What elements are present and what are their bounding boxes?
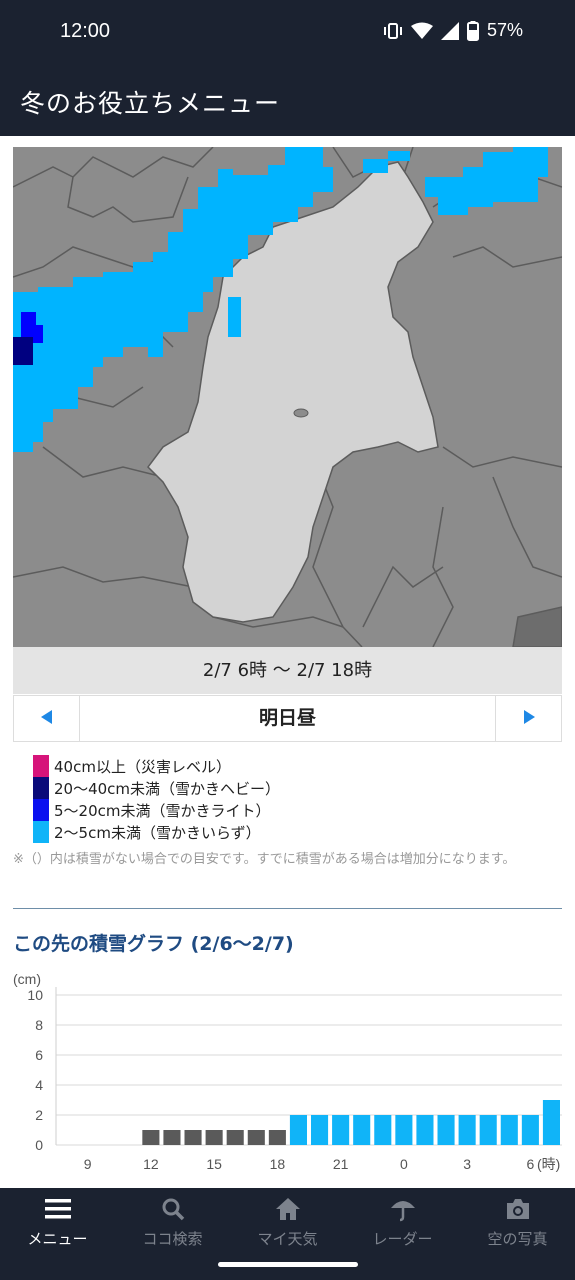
triangle-left-icon: [40, 709, 53, 728]
prev-period-button[interactable]: [14, 696, 80, 741]
chart-bar: [332, 1115, 350, 1145]
legend-item: 2〜5cm未満（雪かきいらず）: [33, 821, 280, 843]
chart-bar: [458, 1115, 476, 1145]
chart-bar: [268, 1130, 286, 1145]
vibrate-icon: [383, 22, 403, 40]
snow-chart: 0246810(cm)9 12 15 18 21 0 3 6 (時): [13, 971, 562, 1172]
forecast-navigation: 明日昼: [13, 695, 562, 742]
y-tick-label: 0: [35, 1137, 43, 1153]
forecast-label: 明日昼: [258, 707, 316, 729]
snow-map-canvas: [13, 147, 562, 647]
legend-swatch: [33, 799, 49, 821]
legend-label: 20〜40cm未満（雪かきヘビー）: [54, 779, 281, 798]
camera-icon: [460, 1194, 575, 1224]
chart-bar: [226, 1130, 244, 1145]
chart-bar: [289, 1115, 307, 1145]
tab-sky-photos[interactable]: 空の写真: [460, 1194, 575, 1250]
legend-label: 2〜5cm未満（雪かきいらず）: [54, 823, 261, 842]
chart-bar: [184, 1130, 202, 1145]
legend-swatch: [33, 821, 49, 843]
tab-radar[interactable]: レーダー: [345, 1194, 460, 1250]
wifi-icon: [410, 22, 433, 40]
chart-bar: [437, 1115, 455, 1145]
x-tick-label: 12: [143, 1156, 159, 1172]
legend-swatch: [33, 777, 49, 799]
tab-label: マイ天気: [257, 1230, 318, 1248]
tab-search[interactable]: ココ検索: [115, 1194, 230, 1250]
app-bar: 冬のお役立ちメニュー: [0, 66, 575, 136]
x-tick-label: 9: [84, 1156, 92, 1172]
y-tick-label: 6: [35, 1047, 43, 1063]
x-tick-label: 18: [270, 1156, 286, 1172]
next-period-button[interactable]: [495, 696, 561, 741]
tab-my-weather[interactable]: マイ天気: [230, 1194, 345, 1250]
tab-menu[interactable]: メニュー: [0, 1194, 115, 1250]
graph-title: この先の積雪グラフ (2/6〜2/7): [13, 933, 294, 955]
battery-icon: [466, 20, 479, 41]
chart-bar: [247, 1130, 265, 1145]
snow-legend: 40cm以上（災害レベル） 20〜40cm未満（雪かきヘビー） 5〜20cm未満…: [33, 755, 280, 843]
chart-bar: [542, 1100, 560, 1145]
page-title: 冬のお役立ちメニュー: [20, 89, 281, 118]
forecast-period: 2/7 6時 〜 2/7 18時: [13, 647, 562, 694]
legend-label: 40cm以上（災害レベル）: [54, 757, 231, 776]
snow-map[interactable]: [13, 147, 562, 647]
home-icon: [230, 1194, 345, 1224]
chart-bar: [500, 1115, 518, 1145]
x-tick-label: 0: [400, 1156, 408, 1172]
x-tick-label: 6: [526, 1156, 534, 1172]
status-icons: 57%: [383, 20, 523, 41]
snow-graph: 0 2 4 6 8 10 (cm) 9 12 15 18 21 0 3 6 (時): [0, 965, 575, 1180]
legend-label: 5〜20cm未満（雪かきライト）: [54, 801, 271, 820]
menu-icon: [0, 1194, 115, 1224]
y-tick-label: 2: [35, 1107, 43, 1123]
chart-bar: [353, 1115, 371, 1145]
legend-item: 5〜20cm未満（雪かきライト）: [33, 799, 280, 821]
chart-bar: [142, 1130, 160, 1145]
umbrella-icon: [345, 1194, 460, 1224]
status-bar: 12:00 57%: [0, 0, 575, 66]
chart-bar: [374, 1115, 392, 1145]
x-tick-label: 21: [333, 1156, 349, 1172]
chart-bar: [416, 1115, 434, 1145]
tab-label: ココ検索: [142, 1230, 203, 1248]
chart-bar: [395, 1115, 413, 1145]
divider: [13, 908, 562, 909]
chart-bar: [205, 1130, 223, 1145]
chart-bar: [163, 1130, 181, 1145]
y-tick-label: 4: [35, 1077, 43, 1093]
battery-level: 57%: [486, 20, 523, 40]
home-indicator: [218, 1262, 358, 1267]
chart-bar: [479, 1115, 497, 1145]
legend-item: 40cm以上（災害レベル）: [33, 755, 280, 777]
legend-swatch: [33, 755, 49, 777]
tab-label: 空の写真: [487, 1230, 548, 1248]
x-tick-label: 15: [206, 1156, 222, 1172]
tab-label: メニュー: [27, 1230, 88, 1248]
triangle-right-icon: [523, 709, 535, 728]
chart-bar: [521, 1115, 539, 1145]
x-tick-label: 3: [463, 1156, 471, 1172]
status-time: 12:00: [60, 20, 111, 42]
legend-item: 20〜40cm未満（雪かきヘビー）: [33, 777, 280, 799]
y-tick-label: 10: [27, 987, 43, 1003]
y-axis-label: (cm): [13, 971, 41, 987]
y-tick-label: 8: [35, 1017, 43, 1033]
search-icon: [115, 1194, 230, 1224]
chart-bar: [311, 1115, 329, 1145]
legend-note: ※（）内は積雪がない場合での目安です。すでに積雪がある場合は増加分になります。: [13, 852, 516, 867]
tab-label: レーダー: [372, 1230, 433, 1248]
x-axis-label: (時): [537, 1156, 560, 1172]
signal-icon: [440, 21, 459, 40]
